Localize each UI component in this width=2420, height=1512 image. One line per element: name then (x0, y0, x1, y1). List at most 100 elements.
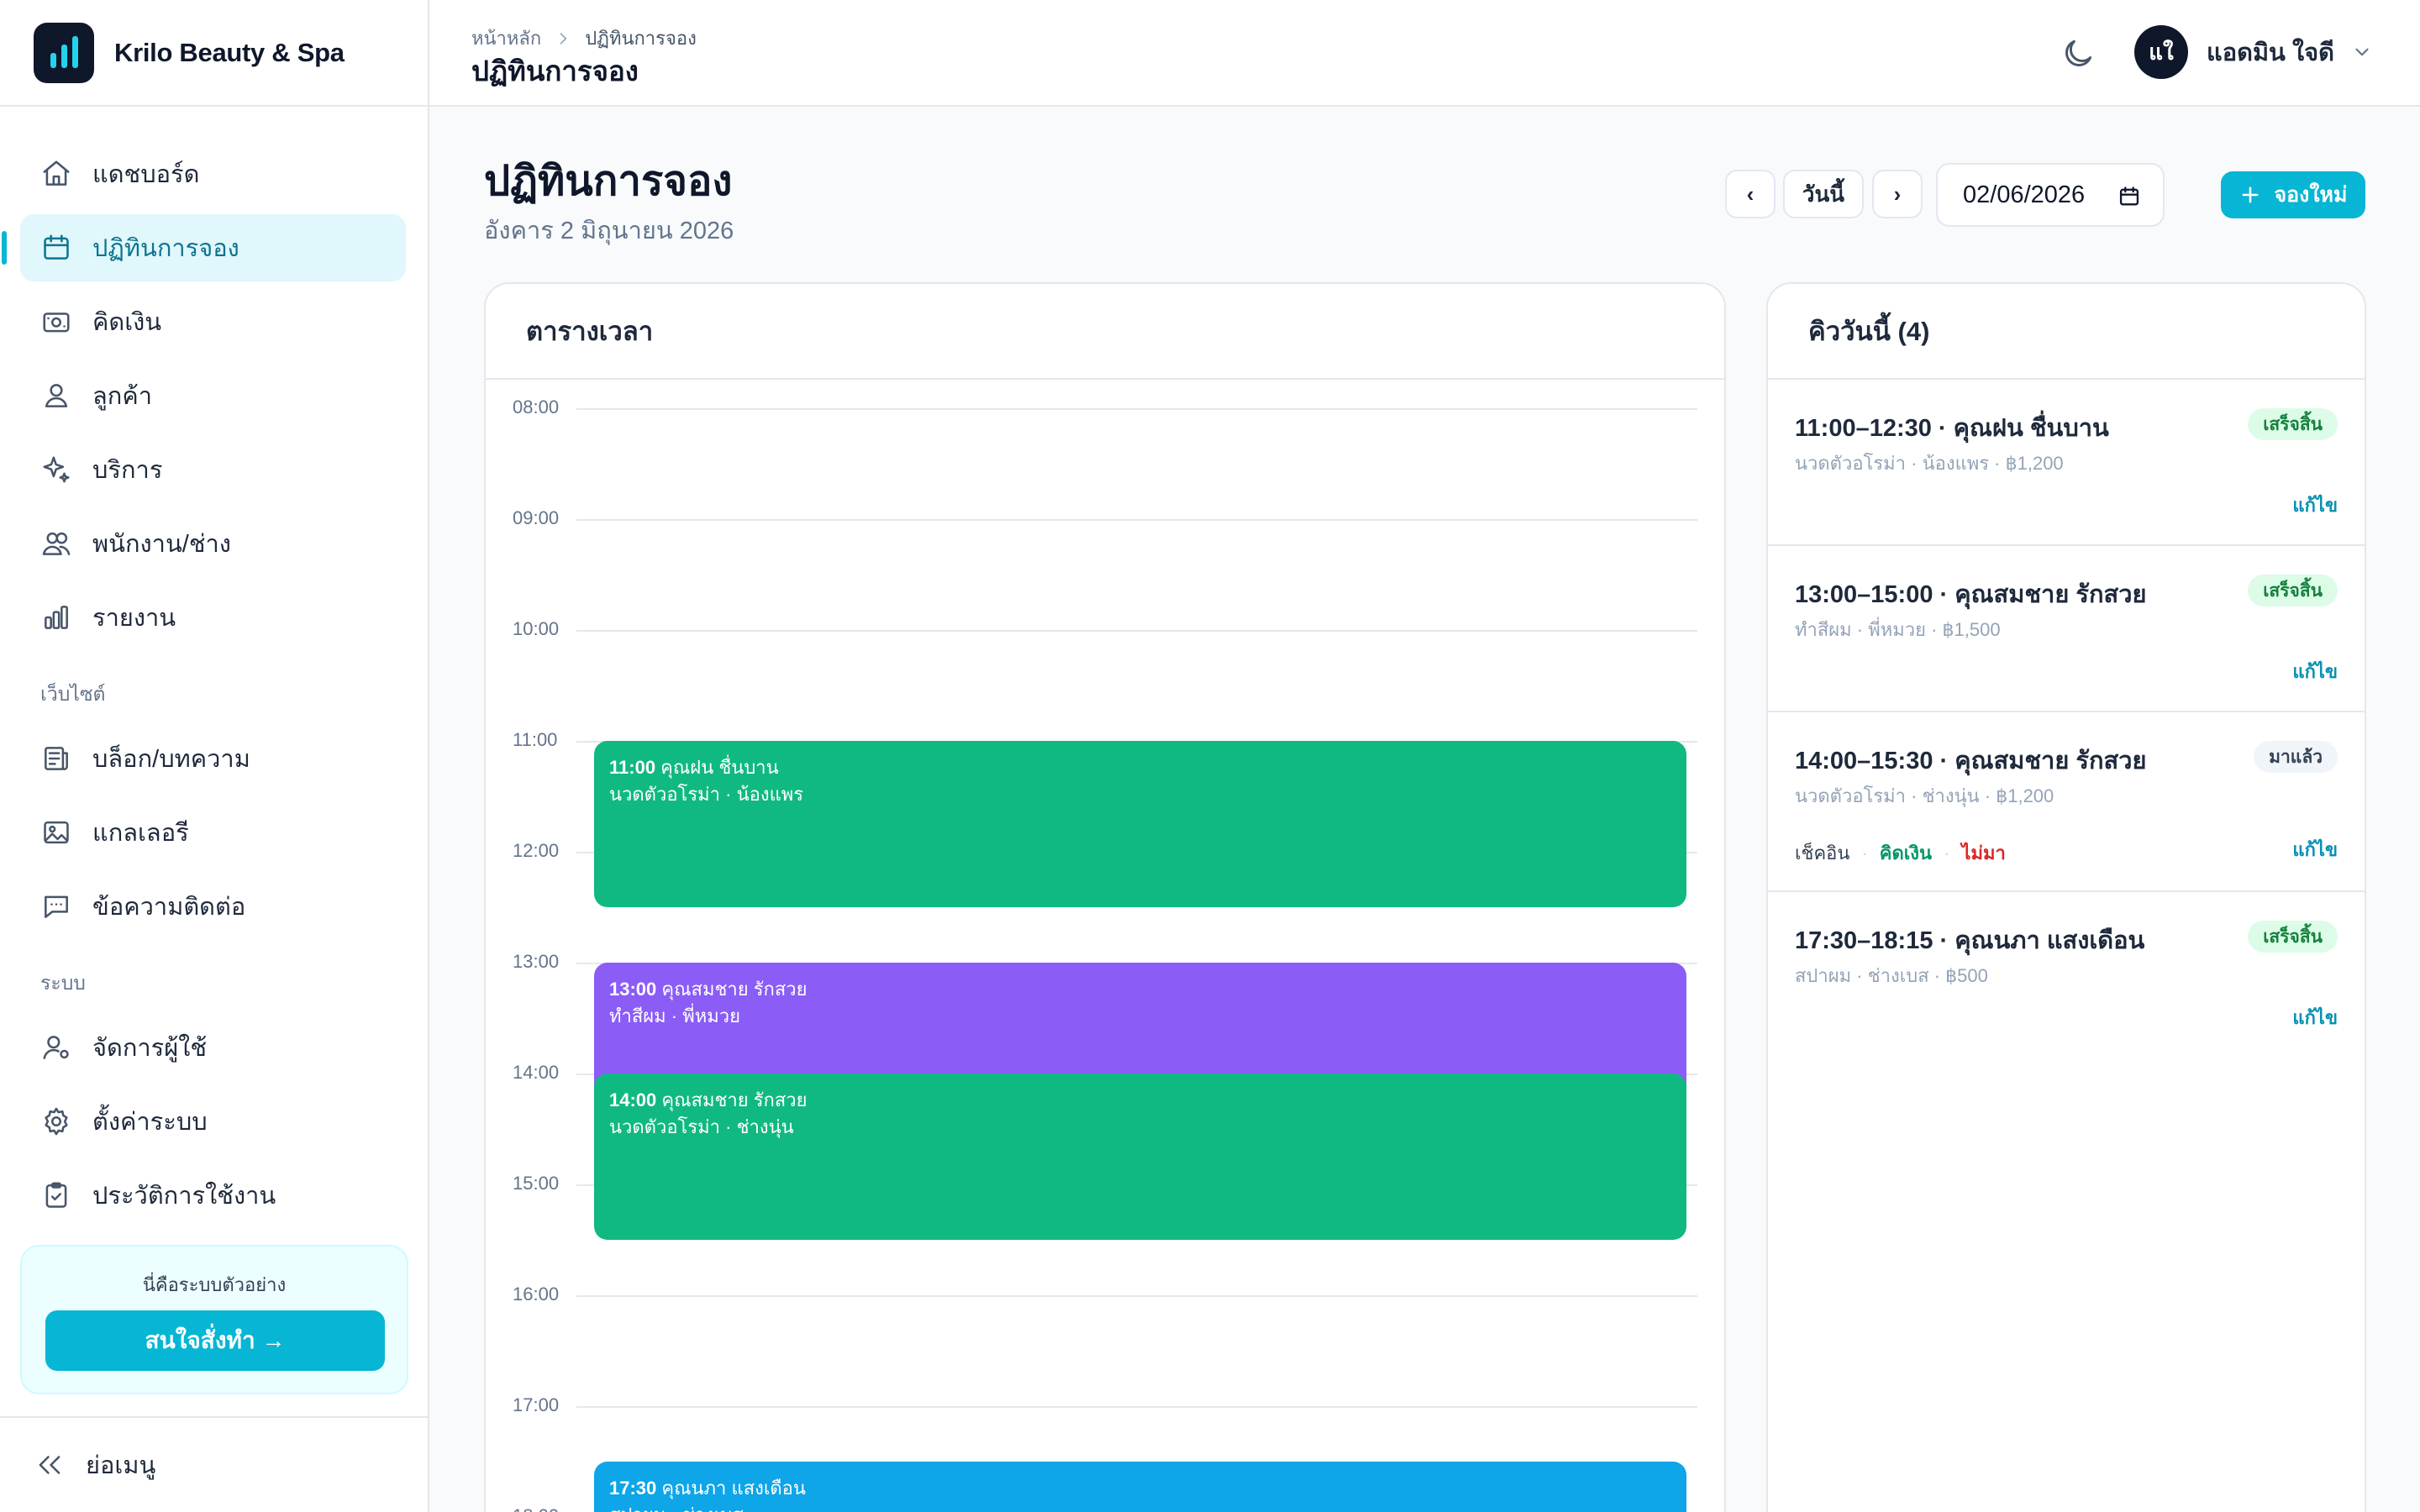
collapse-menu-button[interactable]: ย่อเมนู (0, 1416, 428, 1512)
prev-day-button[interactable]: ‹ (1725, 170, 1776, 218)
plus-icon (2243, 186, 2259, 203)
sidebar-item-contact-messages[interactable]: ข้อความติดต่อ (20, 873, 406, 940)
edit-link[interactable]: แก้ไข (2292, 657, 2338, 686)
sidebar-item-label: บล็อก/บทความ (92, 746, 250, 773)
queue-item: 17:30–18:15 · คุณนภา แสงเดือน สปาผม · ช่… (1768, 892, 2365, 1058)
sidebar: Krilo Beauty & Spa แดชบอร์ด ปฏิทินการจอง… (0, 0, 429, 1512)
queue-item-meta: นวดตัวอโรม่า · ช่างนุ่น · ฿1,200 (1795, 785, 2054, 806)
new-booking-button[interactable]: จองใหม่ (2221, 171, 2365, 218)
edit-link[interactable]: แก้ไข (2292, 491, 2338, 520)
sidebar-item-label: แกลเลอรี (92, 820, 189, 847)
hour-label: 09:00 (513, 507, 560, 528)
hour-gridline (576, 519, 1697, 521)
booking-event-time: 17:30 (609, 1478, 657, 1499)
bar-chart-icon (45, 606, 68, 629)
next-day-button[interactable]: › (1872, 170, 1923, 218)
sidebar-item-services[interactable]: บริการ (20, 436, 406, 503)
booking-event-detail: นวดตัวอโรม่า · ช่างนุ่น (609, 1116, 794, 1137)
separator-dot: · (1944, 842, 1950, 864)
sidebar-item-label: คิดเงิน (92, 309, 162, 336)
hour-label: 18:00 (513, 1505, 559, 1512)
no-show-button[interactable]: ไม่มา (1961, 838, 2005, 868)
hour-label: 10:00 (513, 618, 560, 639)
timeline-title: ตารางเวลา (486, 284, 1724, 380)
nav-section-system: ระบบ (40, 972, 86, 994)
moon-icon[interactable] (2060, 35, 2096, 72)
booking-event-detail: ทำสีผม · พี่หมวย (609, 1005, 740, 1026)
booking-event-title: 14:00 คุณสมชาย รักสวย (609, 1087, 1671, 1114)
booking-event[interactable]: 11:00 คุณฝน ชื่นบาน นวดตัวอโรม่า · น้องแพ… (594, 741, 1686, 907)
queue-card: คิววันนี้ (4) 11:00–12:30 · คุณฝน ชื่นบา… (1766, 282, 2366, 1512)
order-now-button[interactable]: สนใจสั่งทำ → (45, 1310, 385, 1371)
hour-label: 08:00 (513, 396, 560, 417)
sidebar-item-label: แดชบอร์ด (92, 161, 200, 188)
sidebar-item-gallery[interactable]: แกลเลอรี (20, 799, 406, 866)
newspaper-icon (45, 747, 68, 770)
sidebar-item-label: ข้อความติดต่อ (92, 894, 246, 921)
queue-title: คิววันนี้ (4) (1768, 284, 2365, 380)
status-badge: เสร็จสิ้น (2248, 921, 2338, 953)
status-badge: มาแล้ว (2254, 741, 2338, 773)
timeline-body: 08:00 09:00 10:00 11:00 12:00 13:00 14:00 15:00… (486, 381, 1724, 1512)
sidebar-item-label: ตั้งค่าระบบ (92, 1109, 208, 1136)
sidebar-item-label: จัดการผู้ใช้ (92, 1035, 208, 1062)
sparkles-icon (43, 456, 70, 483)
queue-item-title: 11:00–12:30 · คุณฝน ชื่นบาน (1795, 415, 2109, 442)
queue-item: 13:00–15:00 · คุณสมชาย รักสวย ทำสีผม · พ… (1768, 546, 2365, 712)
timeline-card: ตารางเวลา 08:00 09:00 10:00 11:00 12:00 13:00… (484, 282, 1726, 1512)
brand[interactable]: Krilo Beauty & Spa (0, 0, 428, 107)
booking-event-title: 11:00 คุณฝน ชื่นบาน (609, 754, 1671, 781)
today-button[interactable]: วันนี้ (1783, 170, 1864, 218)
checkin-button[interactable]: เช็คอิน (1795, 838, 1849, 868)
hour-label: 11:00 (513, 729, 558, 750)
edit-link[interactable]: แก้ไข (2292, 835, 2338, 864)
date-value: 02/06/2026 (1963, 181, 2086, 208)
booking-event-title: 17:30 คุณนภา แสงเดือน (609, 1475, 1671, 1502)
pay-button[interactable]: คิดเงิน (1880, 838, 1932, 868)
user-menu[interactable]: แใ แอดมิน ใจดี (2134, 25, 2373, 79)
booking-event-time: 13:00 (609, 979, 657, 1000)
hour-label: 17:00 (513, 1394, 560, 1415)
chevron-down-icon (2355, 48, 2369, 56)
queue-item: 11:00–12:30 · คุณฝน ชื่นบาน นวดตัวอโรม่า… (1768, 380, 2365, 546)
booking-event-customer: คุณสมชาย รักสวย (656, 1089, 808, 1110)
sidebar-item-calendar[interactable]: ปฏิทินการจอง (2, 214, 406, 281)
separator-dot: · (1861, 842, 1868, 864)
sidebar-item-user-management[interactable]: จัดการผู้ใช้ (20, 1014, 406, 1081)
hour-label: 14:00 (513, 1062, 560, 1083)
topbar: หน้าหลัก ปฏิทินการจอง ปฏิทินการจอง แใ แอ… (429, 0, 2420, 107)
promo-text: นี่คือระบบตัวอย่าง (142, 1274, 287, 1295)
booking-event-detail: สปาผม · ช่างเบส (609, 1502, 1671, 1512)
nav-section-website: เว็บไซต์ (40, 683, 106, 705)
page-date-subtitle: อังคาร 2 มิถุนายน 2026 (484, 218, 734, 244)
sidebar-item-activity-log[interactable]: ประวัติการใช้งาน (20, 1162, 406, 1229)
gear-icon (45, 1107, 68, 1136)
sidebar-item-label: รายงาน (92, 605, 176, 632)
calendar-icon (2119, 186, 2139, 206)
chevron-right-icon (560, 32, 567, 45)
page-title: ปฏิทินการจอง (484, 159, 733, 204)
booking-event-title: 13:00 คุณสมชาย รักสวย (609, 976, 1671, 1003)
hour-label: 12:00 (513, 840, 560, 861)
sidebar-item-customers[interactable]: ลูกค้า (20, 362, 406, 429)
sidebar-item-reports[interactable]: รายงาน (20, 584, 406, 651)
sidebar-item-blog[interactable]: บล็อก/บทความ (20, 725, 406, 792)
main-nav: แดชบอร์ด ปฏิทินการจอง คิดเงิน ลูกค้า บริ… (0, 107, 428, 1229)
edit-link[interactable]: แก้ไข (2292, 1003, 2338, 1032)
chevrons-left-icon (39, 1456, 60, 1474)
sidebar-item-dashboard[interactable]: แดชบอร์ด (20, 140, 406, 207)
user-icon (45, 384, 68, 407)
booking-event-time: 14:00 (609, 1089, 657, 1110)
user-name: แอดมิน ใจดี (2207, 39, 2334, 66)
hour-gridline (576, 630, 1697, 632)
brand-name: Krilo Beauty & Spa (114, 37, 345, 67)
sidebar-item-settings[interactable]: ตั้งค่าระบบ (20, 1088, 406, 1155)
queue-item: 14:00–15:30 · คุณสมชาย รักสวย นวดตัวอโรม… (1768, 712, 2365, 892)
booking-event[interactable]: 17:30 คุณนภา แสงเดือนสปาผม · ช่างเบส (594, 1462, 1686, 1512)
demo-promo: นี่คือระบบตัวอย่าง สนใจสั่งทำ → (20, 1245, 408, 1394)
date-picker-input[interactable]: 02/06/2026 (1936, 163, 2165, 227)
sidebar-item-staff[interactable]: พนักงาน/ช่าง (20, 510, 406, 577)
booking-event[interactable]: 14:00 คุณสมชาย รักสวย นวดตัวอโรม่า · ช่าง… (594, 1074, 1686, 1240)
sidebar-item-label: พนักงาน/ช่าง (92, 531, 231, 558)
sidebar-item-billing[interactable]: คิดเงิน (20, 288, 406, 355)
